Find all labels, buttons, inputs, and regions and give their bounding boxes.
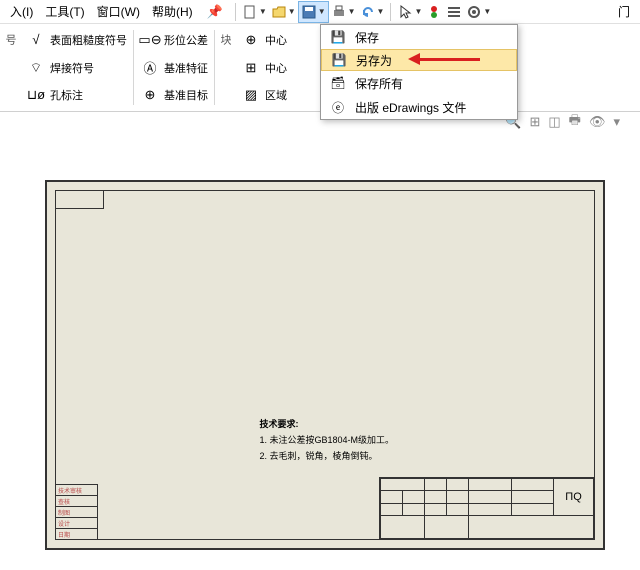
rev-row: 制图 bbox=[56, 506, 98, 517]
label: 保存 bbox=[355, 29, 379, 46]
menu-window[interactable]: 窗口(W) bbox=[91, 1, 146, 22]
traffic-light-icon bbox=[426, 4, 442, 20]
save-icon: 💾 bbox=[329, 30, 347, 44]
label: 表面粗糙度符号 bbox=[50, 32, 127, 48]
cursor-icon bbox=[397, 4, 413, 20]
notes-line: 1. 未注公差按GB1804-M级加工。 bbox=[259, 432, 394, 448]
separator bbox=[235, 3, 236, 21]
label: 基准特征 bbox=[164, 60, 208, 76]
list-icon bbox=[446, 4, 462, 20]
corner-marker bbox=[56, 191, 104, 209]
options-button[interactable] bbox=[444, 2, 464, 22]
datum-target-button[interactable]: ⊕基准目标 bbox=[140, 83, 208, 107]
notes-line: 2. 去毛刺，锐角，棱角倒钝。 bbox=[259, 448, 394, 464]
pin-icon[interactable]: 📌 bbox=[207, 4, 223, 20]
save-dropdown-menu: 💾 保存 💾 另存为 🗃 保存所有 ⓔ 出版 eDrawings 文件 bbox=[320, 24, 518, 120]
eye-icon[interactable]: 👁 bbox=[589, 114, 606, 130]
hole-icon: ⊔ø bbox=[26, 86, 46, 104]
drawing-canvas[interactable]: 技术审核 查核 制图 设计 日期 技术要求: 1. 未注公差按GB1804-M级… bbox=[45, 180, 605, 550]
label: 焊接符号 bbox=[50, 60, 94, 76]
menu-help[interactable]: 帮助(H) bbox=[146, 1, 199, 22]
menu-right[interactable]: 门 bbox=[612, 1, 636, 22]
undo-button[interactable]: ▼ bbox=[358, 2, 387, 22]
datum-feature-button[interactable]: Ⓐ基准特征 bbox=[140, 56, 208, 80]
chevron-down-icon: ▼ bbox=[348, 7, 356, 16]
rev-row: 查核 bbox=[56, 495, 98, 506]
rev-row: 技术审核 bbox=[56, 484, 98, 495]
folder-open-icon bbox=[271, 4, 287, 20]
save-icon bbox=[301, 4, 317, 20]
menu-insert[interactable]: 入(I) bbox=[4, 1, 39, 22]
weld-symbol-button[interactable]: ⌔焊接符号 bbox=[26, 56, 127, 80]
gear-icon bbox=[466, 4, 482, 20]
ribbon-side-label: 号 bbox=[0, 28, 20, 107]
save-as-icon: 💾 bbox=[330, 53, 348, 67]
new-button[interactable]: ▼ bbox=[240, 2, 269, 22]
title-block: ΠQ bbox=[379, 477, 594, 539]
label: 另存为 bbox=[356, 52, 392, 69]
label: 中心 bbox=[265, 32, 287, 48]
drawing-frame: 技术审核 查核 制图 设计 日期 技术要求: 1. 未注公差按GB1804-M级… bbox=[55, 190, 595, 540]
menubar: 入(I) 工具(T) 窗口(W) 帮助(H) 📌 ▼ ▼ ▼ ▼ ▼ ▼ ▼ 门 bbox=[0, 0, 640, 24]
print-icon[interactable]: 🖶 bbox=[569, 111, 581, 133]
undo-icon bbox=[360, 4, 376, 20]
hatch-icon: ▨ bbox=[241, 86, 261, 104]
settings-button[interactable]: ▼ bbox=[464, 2, 493, 22]
display-icon[interactable]: ◫ bbox=[548, 114, 560, 130]
label: 中心 bbox=[265, 60, 287, 76]
chevron-down-icon: ▼ bbox=[288, 7, 296, 16]
weld-icon: ⌔ bbox=[26, 59, 46, 77]
arrow-annotation bbox=[418, 58, 480, 61]
select-button[interactable]: ▼ bbox=[395, 2, 424, 22]
surface-finish-icon: √ bbox=[26, 31, 46, 49]
center-icon: ⊕ bbox=[241, 31, 261, 49]
edrawings-icon: ⓔ bbox=[329, 99, 347, 116]
chevron-down-icon: ▼ bbox=[259, 7, 267, 16]
view-icon[interactable]: ⊞ bbox=[529, 114, 540, 130]
label: 保存所有 bbox=[355, 75, 403, 92]
separator bbox=[390, 3, 391, 21]
menu-item-save-all[interactable]: 🗃 保存所有 bbox=[321, 71, 517, 95]
document-icon bbox=[242, 4, 258, 20]
ribbon-group-center: ⊕中心 ⊞中心 ▨区域 bbox=[235, 28, 293, 107]
save-button[interactable]: ▼ bbox=[298, 1, 329, 23]
menu-item-save[interactable]: 💾 保存 bbox=[321, 25, 517, 49]
rev-row: 设计 bbox=[56, 517, 98, 528]
menu-item-publish-edrawings[interactable]: ⓔ 出版 eDrawings 文件 bbox=[321, 95, 517, 119]
tolerance-icon: ▭⊖ bbox=[140, 31, 160, 49]
chevron-down-icon: ▼ bbox=[318, 7, 326, 16]
centerline-icon: ⊞ bbox=[241, 59, 261, 77]
area-hatch-button[interactable]: ▨区域 bbox=[241, 83, 287, 107]
print-button[interactable]: ▼ bbox=[329, 2, 358, 22]
target-icon: ⊕ bbox=[140, 86, 160, 104]
rev-row: 日期 bbox=[56, 528, 98, 539]
label: 孔标注 bbox=[50, 87, 83, 103]
notes-title: 技术要求: bbox=[259, 416, 394, 432]
geometric-tolerance-button[interactable]: ▭⊖形位公差 bbox=[140, 28, 208, 52]
ribbon-group-annotation: √表面粗糙度符号 ⌔焊接符号 ⊔ø孔标注 bbox=[20, 28, 133, 107]
label: 基准目标 bbox=[164, 87, 208, 103]
save-all-icon: 🗃 bbox=[329, 76, 347, 90]
menu-tools[interactable]: 工具(T) bbox=[39, 1, 90, 22]
part-number: ΠQ bbox=[554, 479, 594, 516]
datum-icon: Ⓐ bbox=[140, 59, 160, 77]
centerline-button[interactable]: ⊞中心 bbox=[241, 56, 287, 80]
chevron-down-icon: ▼ bbox=[377, 7, 385, 16]
hole-callout-button[interactable]: ⊔ø孔标注 bbox=[26, 83, 127, 107]
revision-block: 技术审核 查核 制图 设计 日期 bbox=[56, 484, 98, 539]
center-mark-button[interactable]: ⊕中心 bbox=[241, 28, 287, 52]
block-label: 块 bbox=[215, 28, 235, 107]
traffic-button[interactable] bbox=[424, 2, 444, 22]
more-icon[interactable]: ▾ bbox=[613, 114, 620, 130]
label: 区域 bbox=[265, 87, 287, 103]
ribbon-group-datum: ▭⊖形位公差 Ⓐ基准特征 ⊕基准目标 bbox=[134, 28, 214, 107]
label: 形位公差 bbox=[164, 32, 208, 48]
printer-icon bbox=[331, 4, 347, 20]
open-button[interactable]: ▼ bbox=[269, 2, 298, 22]
chevron-down-icon: ▼ bbox=[414, 7, 422, 16]
surface-finish-button[interactable]: √表面粗糙度符号 bbox=[26, 28, 127, 52]
chevron-down-icon: ▼ bbox=[483, 7, 491, 16]
label: 出版 eDrawings 文件 bbox=[355, 99, 466, 116]
technical-notes: 技术要求: 1. 未注公差按GB1804-M级加工。 2. 去毛刺，锐角，棱角倒… bbox=[259, 416, 394, 464]
